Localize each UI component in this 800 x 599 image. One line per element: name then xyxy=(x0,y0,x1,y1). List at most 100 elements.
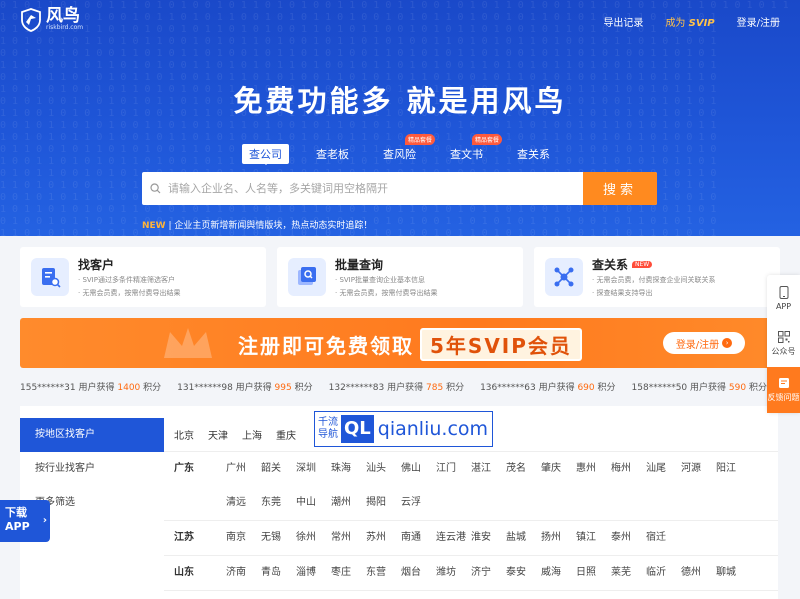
tab-label: 查风险 xyxy=(383,148,416,161)
city-link[interactable]: 揭阳 xyxy=(366,495,401,511)
province-name[interactable]: 江苏 xyxy=(164,530,226,546)
sidebar-item-by-industry[interactable]: 按行业找客户 xyxy=(20,452,164,486)
hero-section: 0 1 0 1 1 0 1 0 0 1 1 1 0 1 0 1 0 0 1 0 … xyxy=(0,0,800,236)
card-desc-2: · 探查结果支持导出 xyxy=(592,288,653,297)
svip-promo-banner[interactable]: 注册即可免费领取 5年SVIP会员 登录/注册 › xyxy=(20,318,780,368)
city-link[interactable]: 潍坊 xyxy=(436,565,471,581)
city-link[interactable]: 韶关 xyxy=(261,461,296,477)
banner-main-text: 注册即可免费领取 xyxy=(238,334,414,358)
city-link[interactable]: 宿迁 xyxy=(646,530,681,546)
banner-button-label: 登录/注册 xyxy=(675,339,720,351)
city-link[interactable]: 连云港 xyxy=(436,530,471,546)
city-link[interactable]: 湛江 xyxy=(471,461,506,477)
city-link[interactable]: 重庆 xyxy=(276,427,296,442)
download-app-float[interactable]: 下载 APP › xyxy=(0,500,50,542)
city-link[interactable]: 德州 xyxy=(681,565,716,581)
city-link[interactable]: 江门 xyxy=(436,461,471,477)
city-link[interactable]: 佛山 xyxy=(401,461,436,477)
ticker-item: 158******50 用户获得 590 积分 xyxy=(632,380,767,393)
city-link[interactable]: 东营 xyxy=(366,565,401,581)
province-name[interactable]: 广东 xyxy=(164,461,226,511)
tab-company[interactable]: 查公司 xyxy=(242,144,289,165)
city-link[interactable]: 聊城 xyxy=(716,565,751,581)
city-link[interactable]: 盐城 xyxy=(506,530,541,546)
city-link[interactable]: 徐州 xyxy=(296,530,331,546)
search-input[interactable] xyxy=(168,172,583,205)
city-link[interactable]: 青岛 xyxy=(261,565,296,581)
city-link[interactable]: 东莞 xyxy=(261,495,296,511)
city-link[interactable]: 上海 xyxy=(242,427,262,442)
card-find-customers[interactable]: 找客户 · SVIP通过多条件精准筛选客户 · 无需会员费，按需付费导出结果 xyxy=(20,247,266,307)
ticker-points: 995 xyxy=(274,383,292,393)
city-link[interactable]: 惠州 xyxy=(576,461,611,477)
tab-relations[interactable]: 查关系 xyxy=(510,144,557,164)
right-float-bar: APP 公众号 反馈问题 xyxy=(767,275,800,413)
city-link[interactable]: 中山 xyxy=(296,495,331,511)
city-link[interactable]: 茂名 xyxy=(506,461,541,477)
card-check-relations[interactable]: 查关系 NEW · 无需会员费，付费探查企业间关联关系 · 探查结果支持导出 xyxy=(534,247,780,307)
watermark-line-1: 千流 xyxy=(318,417,338,428)
city-link[interactable]: 泰安 xyxy=(506,565,541,581)
brand-domain: riskbird.com xyxy=(46,24,84,31)
city-link[interactable]: 淮安 xyxy=(471,530,506,546)
city-link[interactable]: 汕尾 xyxy=(646,461,681,477)
card-batch-query[interactable]: 批量查询 · SVIP批量查询企业基本信息 · 无需会员费，按需付费导出结果 xyxy=(277,247,523,307)
login-register-link[interactable]: 登录/注册 xyxy=(737,14,780,29)
city-link[interactable]: 烟台 xyxy=(401,565,436,581)
city-link[interactable]: 珠海 xyxy=(331,461,366,477)
city-link[interactable]: 常州 xyxy=(331,530,366,546)
city-link[interactable]: 威海 xyxy=(541,565,576,581)
city-link[interactable]: 镇江 xyxy=(576,530,611,546)
city-link[interactable]: 济宁 xyxy=(471,565,506,581)
city-link[interactable]: 泰州 xyxy=(611,530,646,546)
search-button[interactable]: 搜索 xyxy=(583,172,657,205)
ticker-user: 158******50 用户获得 xyxy=(631,383,727,393)
city-link[interactable]: 日照 xyxy=(576,565,611,581)
city-link[interactable]: 济南 xyxy=(226,565,261,581)
city-link[interactable]: 广州 xyxy=(226,461,261,477)
float-app-button[interactable]: APP xyxy=(767,275,800,321)
city-link[interactable]: 北京 xyxy=(174,427,194,442)
city-link[interactable]: 深圳 xyxy=(296,461,331,477)
city-link[interactable]: 河源 xyxy=(681,461,716,477)
card-desc-1: · SVIP批量查询企业基本信息 xyxy=(335,275,425,284)
news-notice[interactable]: NEW | 企业主页新增新闻舆情版块，热点动态实时追踪！ xyxy=(142,218,372,231)
relation-graph-icon xyxy=(545,258,583,296)
tab-documents[interactable]: 查文书 精品套餐 xyxy=(443,134,502,164)
city-link[interactable]: 云浮 xyxy=(401,495,436,511)
points-ticker: 155******31 用户获得 1400 积分 131******98 用户获… xyxy=(20,380,780,393)
city-link[interactable]: 南京 xyxy=(226,530,261,546)
city-link[interactable]: 扬州 xyxy=(541,530,576,546)
sidebar-item-by-region[interactable]: 按地区找客户 xyxy=(20,418,164,452)
city-link[interactable]: 苏州 xyxy=(366,530,401,546)
city-link[interactable]: 肇庆 xyxy=(541,461,576,477)
brand-logo[interactable]: 风鸟 riskbird.com xyxy=(20,8,83,32)
province-name[interactable]: 山东 xyxy=(164,565,226,581)
city-link[interactable]: 清远 xyxy=(226,495,261,511)
city-link[interactable]: 临沂 xyxy=(646,565,681,581)
city-link[interactable]: 潮州 xyxy=(331,495,366,511)
crown-deco-icon xyxy=(164,328,212,358)
export-records-link[interactable]: 导出记录 xyxy=(603,14,643,29)
city-link[interactable]: 阳江 xyxy=(716,461,751,477)
city-link[interactable]: 汕头 xyxy=(366,461,401,477)
float-wechat-button[interactable]: 公众号 xyxy=(767,321,800,367)
become-svip-link[interactable]: 成为 SVIP xyxy=(665,14,714,29)
float-label: 反馈问题 xyxy=(767,393,800,402)
top-nav: 导出记录 成为 SVIP 登录/注册 xyxy=(603,14,780,29)
city-link[interactable]: 无锡 xyxy=(261,530,296,546)
ticker-unit: 积分 xyxy=(294,383,313,393)
city-link[interactable]: 南通 xyxy=(401,530,436,546)
city-link[interactable]: 梅州 xyxy=(611,461,646,477)
watermark-cn: 千流 导航 xyxy=(315,417,341,441)
tab-risk[interactable]: 查风险 精品套餐 xyxy=(376,134,435,164)
float-feedback-button[interactable]: 反馈问题 xyxy=(767,367,800,413)
city-link[interactable]: 天津 xyxy=(208,427,228,442)
banner-login-button[interactable]: 登录/注册 › xyxy=(663,332,745,354)
tab-boss[interactable]: 查老板 xyxy=(309,144,356,164)
city-link[interactable]: 莱芜 xyxy=(611,565,646,581)
ticker-user: 132******83 用户获得 xyxy=(328,383,424,393)
notice-text: 企业主页新增新闻舆情版块，热点动态实时追踪！ xyxy=(174,221,373,231)
city-link[interactable]: 淄博 xyxy=(296,565,331,581)
city-link[interactable]: 枣庄 xyxy=(331,565,366,581)
